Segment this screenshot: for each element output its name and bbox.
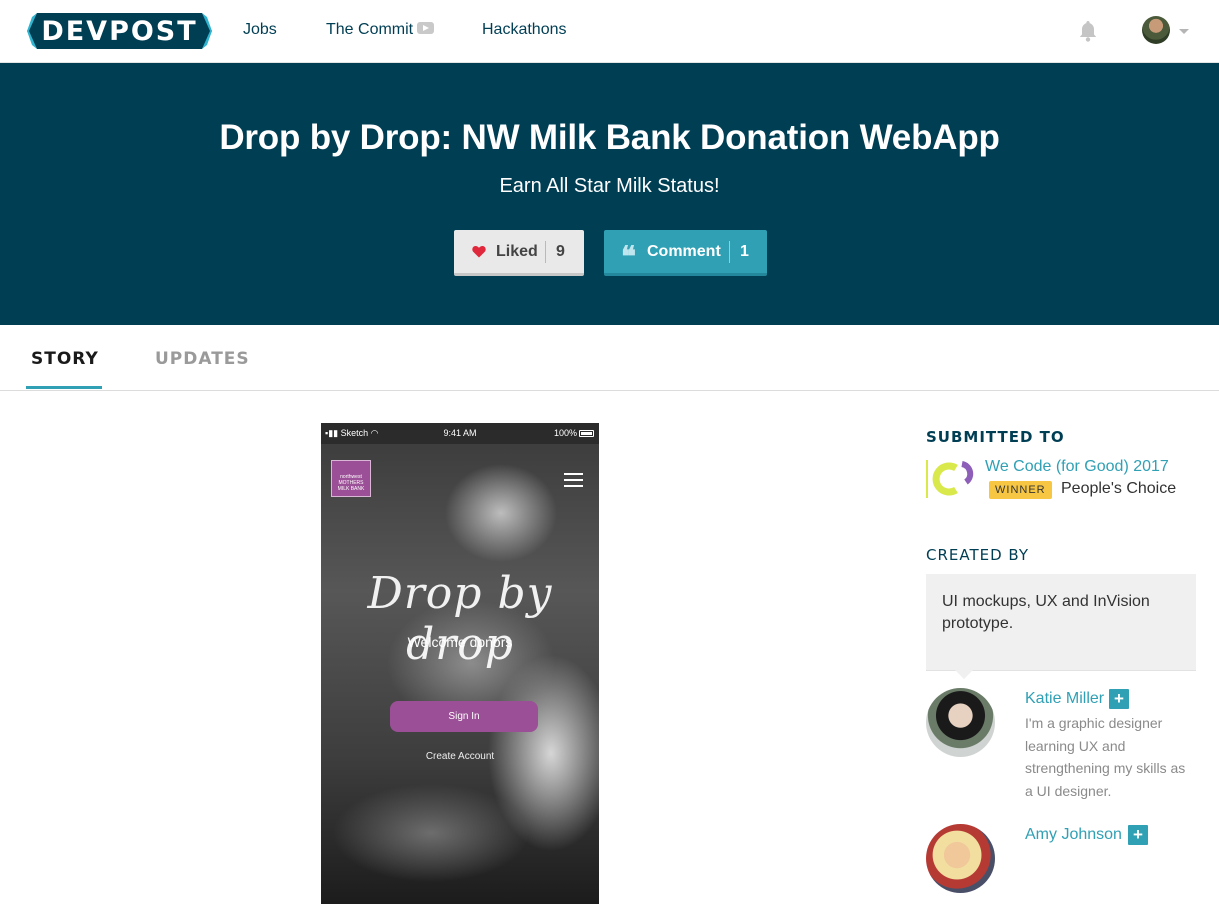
mock-signin-button: Sign In bbox=[390, 701, 538, 732]
user-avatar[interactable] bbox=[1142, 16, 1170, 44]
caret-down-icon[interactable] bbox=[1179, 29, 1189, 34]
nav-the-commit[interactable]: The Commit bbox=[326, 21, 435, 39]
like-label: Liked bbox=[496, 243, 538, 260]
member-avatar-katie[interactable] bbox=[926, 688, 995, 757]
project-title: Drop by Drop: NW Milk Bank Donation WebA… bbox=[219, 118, 1000, 157]
comment-count: 1 bbox=[740, 243, 749, 260]
nav-the-commit-label: The Commit bbox=[326, 21, 414, 38]
tab-story[interactable]: STORY bbox=[31, 349, 99, 369]
project-tabs: STORY UPDATES bbox=[0, 325, 1219, 391]
member-name-amy[interactable]: Amy Johnson bbox=[1025, 826, 1122, 844]
devpost-logo[interactable]: DEVPOST bbox=[27, 13, 212, 49]
member-avatar-amy[interactable] bbox=[926, 824, 995, 893]
active-tab-indicator bbox=[26, 386, 102, 389]
milk-bank-logo: northwest MOTHERS MILK BANK bbox=[331, 460, 371, 497]
app-script-title: Drop by drop bbox=[367, 568, 553, 670]
bubble-pointer bbox=[955, 670, 973, 679]
created-by-heading: CREATED BY bbox=[926, 546, 1030, 564]
member-bio-katie: I'm a graphic designer learning UX and s… bbox=[1025, 715, 1186, 799]
nav-hackathons[interactable]: Hackathons bbox=[482, 21, 567, 39]
winner-badge: WINNER bbox=[989, 481, 1052, 499]
status-battery-label: 100% bbox=[553, 428, 577, 438]
follow-amy-button[interactable]: + bbox=[1128, 825, 1148, 845]
welcome-text: Welcome donors bbox=[407, 634, 513, 650]
nav-jobs[interactable]: Jobs bbox=[243, 21, 277, 39]
gallery-image-phone-mockup[interactable]: ▪▮▮ Sketch ◠ 9:41 AM 100% northwest MOTH… bbox=[321, 423, 599, 904]
youtube-icon bbox=[417, 22, 435, 34]
hackathon-link[interactable]: We Code (for Good) 2017 bbox=[985, 458, 1169, 476]
hackathon-logo[interactable] bbox=[926, 458, 980, 500]
heart-icon bbox=[472, 245, 486, 258]
like-button[interactable]: Liked 9 bbox=[454, 230, 584, 276]
phone-status-bar: ▪▮▮ Sketch ◠ 9:41 AM 100% bbox=[321, 423, 599, 444]
prize-name: People's Choice bbox=[1061, 480, 1177, 497]
contribution-text: UI mockups, UX and InVision prototype. bbox=[942, 593, 1150, 632]
mock-create-account-link: Create Account bbox=[425, 751, 495, 762]
like-divider bbox=[545, 241, 546, 263]
submitted-to-heading: SUBMITTED TO bbox=[926, 428, 1065, 446]
like-count: 9 bbox=[556, 243, 565, 260]
member-name-katie[interactable]: Katie Miller bbox=[1025, 690, 1104, 708]
battery-icon bbox=[579, 430, 594, 437]
logo-text: DEVPOST bbox=[41, 16, 198, 47]
quote-icon: ❝ bbox=[621, 240, 637, 273]
project-hero: Drop by Drop: NW Milk Bank Donation WebA… bbox=[0, 63, 1219, 325]
hamburger-menu-icon bbox=[564, 473, 583, 491]
contribution-bubble: UI mockups, UX and InVision prototype. bbox=[926, 574, 1196, 679]
bell-icon[interactable] bbox=[1076, 19, 1100, 43]
comment-divider bbox=[729, 241, 730, 263]
comment-button[interactable]: ❝ Comment 1 bbox=[604, 230, 767, 276]
project-tagline: Earn All Star Milk Status! bbox=[499, 175, 720, 197]
follow-katie-button[interactable]: + bbox=[1109, 689, 1129, 709]
tab-updates[interactable]: UPDATES bbox=[155, 349, 250, 369]
comment-label: Comment bbox=[647, 243, 721, 260]
top-navbar: DEVPOST Jobs The Commit Hackathons bbox=[0, 0, 1219, 63]
